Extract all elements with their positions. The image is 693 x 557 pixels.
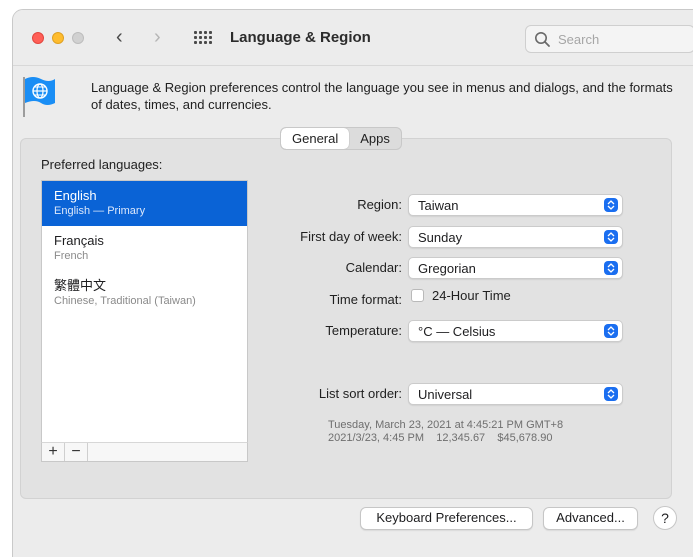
language-name: English [54,188,97,203]
keyboard-preferences-button[interactable]: Keyboard Preferences... [360,507,533,530]
region-label: Region: [357,197,402,212]
globe-flag-icon [23,77,55,117]
popup-chevron-icon [604,230,618,244]
search-icon [535,32,550,47]
first-day-value: Sunday [418,230,463,245]
temperature-label: Temperature: [325,323,402,338]
show-all-grid-icon[interactable] [194,31,212,44]
temperature-popup[interactable]: °C — Celsius [408,320,623,342]
close-button[interactable] [32,32,44,44]
tab-bar: General Apps [280,127,402,150]
language-list-footer: + − [41,442,248,462]
title-bar: ‹ › Language & Region Search [13,10,693,66]
sort-order-popup[interactable]: Universal [408,383,623,405]
add-language-button[interactable]: + [42,443,65,461]
first-day-label: First day of week: [300,229,402,244]
language-subtitle: English — Primary [54,205,146,217]
minimize-button[interactable] [52,32,64,44]
language-subtitle: French [54,250,89,262]
language-item-english[interactable]: English English — Primary [42,181,247,226]
search-placeholder: Search [558,32,600,47]
first-day-popup[interactable]: Sunday [408,226,623,248]
zoom-button[interactable] [72,32,84,44]
help-button[interactable]: ? [653,506,677,530]
back-chevron-icon[interactable]: ‹ [116,27,123,47]
language-name: 繁體中文 [54,278,107,293]
calendar-label: Calendar: [345,260,402,275]
window-title: Language & Region [230,29,371,46]
popup-chevron-icon [604,387,618,401]
sort-order-value: Universal [418,387,473,402]
language-item-french[interactable]: Français French [42,226,247,271]
remove-language-button[interactable]: − [65,443,88,461]
temperature-value: °C — Celsius [418,324,496,339]
format-sample-line1: Tuesday, March 23, 2021 at 4:45:21 PM GM… [328,419,564,431]
pane-description: Language & Region preferences control th… [91,80,673,112]
region-popup[interactable]: Taiwan [408,194,623,216]
search-field[interactable]: Search [525,25,693,53]
format-sample-line2: 2021/3/23, 4:45 PM 12,345.67 $45,678.90 [328,432,553,444]
tab-apps[interactable]: Apps [349,128,401,149]
language-subtitle: Chinese, Traditional (Taiwan) [54,295,196,307]
24-hour-time-label[interactable]: 24-Hour Time [432,288,511,303]
sort-order-label: List sort order: [318,386,402,401]
forward-chevron-icon[interactable]: › [154,27,161,47]
popup-chevron-icon [604,198,618,212]
tab-general[interactable]: General [281,128,350,149]
language-item-chinese[interactable]: 繁體中文 Chinese, Traditional (Taiwan) [42,271,247,316]
advanced-button[interactable]: Advanced... [543,507,638,530]
time-format-label: Time format: [329,292,402,307]
preferred-languages-label: Preferred languages: [41,157,163,172]
calendar-value: Gregorian [418,261,476,276]
popup-chevron-icon [604,324,618,338]
calendar-popup[interactable]: Gregorian [408,257,623,279]
language-name: Français [54,233,104,248]
region-value: Taiwan [418,198,459,213]
24-hour-time-checkbox[interactable] [411,289,424,302]
language-list[interactable]: English English — Primary Français Frenc… [41,180,248,443]
popup-chevron-icon [604,261,618,275]
